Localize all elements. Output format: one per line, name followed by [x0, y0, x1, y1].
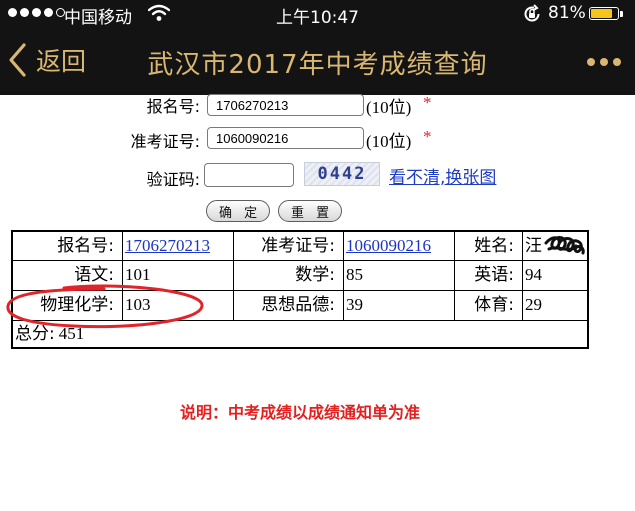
- result-value-registration[interactable]: 1706270213: [123, 232, 234, 261]
- captcha-input[interactable]: [204, 163, 294, 187]
- battery-percent: 81%: [548, 3, 586, 23]
- reset-button[interactable]: 重 置: [278, 200, 343, 222]
- more-options-icon[interactable]: [587, 58, 621, 66]
- exam-ticket-hint: (10位): [366, 132, 412, 151]
- nav-bar: 返回 武汉市2017年中考成绩查询: [0, 28, 635, 95]
- exam-ticket-input[interactable]: [207, 127, 364, 149]
- registration-input[interactable]: [207, 94, 364, 116]
- name-redaction-scribble: [544, 236, 585, 255]
- result-label-physics-chemistry: 物理化学:: [13, 291, 123, 321]
- total-score-row: 总分: 451: [13, 321, 587, 347]
- registration-required-mark: *: [423, 93, 432, 112]
- registration-hint: (10位): [366, 98, 412, 117]
- result-label-math: 数学:: [234, 261, 344, 291]
- result-value-physics-chemistry: 103: [123, 291, 234, 321]
- result-label-exam-ticket: 准考证号:: [234, 232, 344, 261]
- result-label-name: 姓名:: [455, 232, 523, 261]
- result-value-pe: 29: [523, 291, 587, 321]
- result-value-english: 94: [523, 261, 587, 291]
- result-value-math: 85: [344, 261, 455, 291]
- battery-tip: [620, 11, 623, 17]
- captcha-image[interactable]: 0442: [304, 162, 380, 186]
- registration-label: 报名号:: [146, 97, 200, 116]
- page-title: 武汉市2017年中考成绩查询: [147, 50, 488, 80]
- exam-ticket-required-mark: *: [423, 127, 432, 146]
- result-value-ethics: 39: [344, 291, 455, 321]
- result-label-registration: 报名号:: [13, 232, 123, 261]
- result-value-chinese: 101: [123, 261, 234, 291]
- battery-icon: [589, 7, 619, 20]
- result-label-english: 英语:: [455, 261, 523, 291]
- results-table: 报名号: 1706270213 准考证号: 1060090216 姓名: 汪 语…: [11, 230, 589, 349]
- total-value: 451: [58, 324, 85, 343]
- refresh-captcha-link[interactable]: 看不清,换张图: [389, 163, 496, 188]
- total-label: 总分:: [15, 324, 55, 344]
- confirm-button[interactable]: 确 定: [206, 200, 271, 222]
- orientation-lock-icon: [524, 4, 540, 22]
- exam-ticket-label: 准考证号:: [130, 132, 200, 151]
- result-label-ethics: 思想品德:: [234, 291, 344, 321]
- result-value-exam-ticket[interactable]: 1060090216: [344, 232, 455, 261]
- top-bar: 中国移动 上午10:47 81% 返回 武汉市2017年中考成绩查询: [0, 0, 635, 95]
- status-bar: 中国移动 上午10:47 81%: [0, 0, 635, 28]
- disclaimer-note: 说明：中考成绩以成绩通知单为准: [179, 403, 420, 422]
- captcha-label: 验证码:: [146, 170, 200, 189]
- result-label-pe: 体育:: [455, 291, 523, 321]
- result-label-chinese: 语文:: [13, 261, 123, 291]
